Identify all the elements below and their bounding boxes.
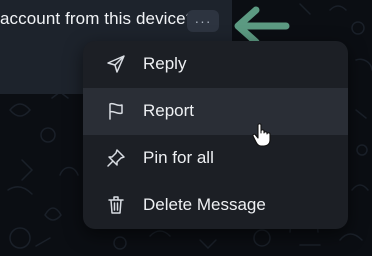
menu-item-report[interactable]: Report — [83, 88, 348, 135]
arrow-left-icon — [234, 6, 290, 46]
menu-item-delete-message[interactable]: Delete Message — [83, 182, 348, 229]
menu-item-label: Reply — [143, 54, 187, 73]
menu-item-pin-for-all[interactable]: Pin for all — [83, 135, 348, 182]
message-context-menu: Reply Report Pin for all Delete Message — [83, 41, 348, 229]
trash-icon — [108, 196, 124, 214]
pin-icon — [107, 149, 125, 167]
menu-item-label: Delete Message — [143, 195, 266, 214]
more-options-button[interactable]: ··· — [187, 10, 219, 32]
send-icon — [107, 55, 125, 73]
menu-item-label: Report — [143, 101, 195, 120]
ellipsis-icon: ··· — [194, 13, 212, 29]
menu-item-label: Pin for all — [143, 148, 214, 167]
menu-item-reply[interactable]: Reply — [83, 41, 348, 88]
hand-pointer-icon — [252, 123, 271, 147]
message-text: account from this device? — [0, 9, 196, 28]
flag-icon — [109, 102, 123, 120]
